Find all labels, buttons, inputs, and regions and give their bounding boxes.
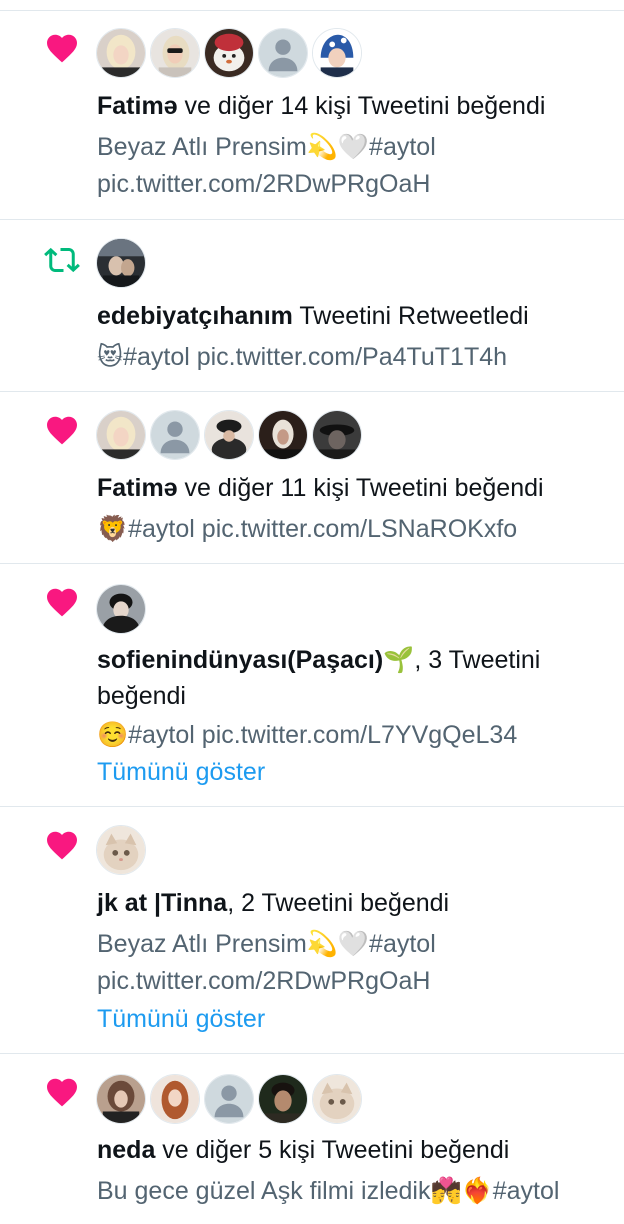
action-text: , 3 Tweetini [414, 646, 541, 674]
notification-item[interactable]: jk at |Tinna, 2 Tweetini beğendi Beyaz A… [0, 807, 624, 1054]
tweet-text[interactable]: ☺️#aytol pic.twitter.com/L7YVgQeL34 [97, 716, 616, 754]
tweet-text[interactable]: Beyaz Atlı Prensim💫🤍#aytol [97, 128, 616, 166]
notification-item[interactable]: Fatimə ve diğer 14 kişi Tweetini beğendi… [0, 10, 624, 220]
actor-name[interactable]: sofienindünyası(Paşacı)🌱 [97, 646, 414, 674]
heart-icon [47, 1078, 77, 1107]
notification-item[interactable]: Fatimə ve diğer 11 kişi Tweetini beğendi… [0, 392, 624, 564]
avatar[interactable] [204, 410, 254, 460]
avatar[interactable] [150, 1074, 200, 1124]
heart-icon [47, 588, 77, 617]
activity-headline: Fatimə ve diğer 11 kişi Tweetini beğendi [97, 469, 616, 507]
show-all-link[interactable]: Tümünü göster [97, 1000, 616, 1038]
heart-icon [47, 831, 77, 860]
avatar[interactable] [204, 1074, 254, 1124]
notification-item[interactable]: neda ve diğer 5 kişi Tweetini beğendi Bu… [0, 1054, 624, 1224]
actor-name[interactable]: Fatimə [97, 474, 178, 502]
actor-name[interactable]: edebiyatçıhanım [97, 302, 293, 330]
action-text: ve diğer 14 kişi Tweetini beğendi [177, 92, 546, 120]
tweet-text[interactable]: 🦁#aytol pic.twitter.com/LSNaROKxfo [97, 510, 616, 548]
avatar[interactable] [258, 28, 308, 78]
activity-headline: edebiyatçıhanım Tweetini Retweetledi [97, 297, 616, 335]
action-text-continued: beğendi [97, 682, 186, 710]
avatar[interactable] [96, 28, 146, 78]
notification-item[interactable]: sofienindünyası(Paşacı)🌱, 3 Tweetini beğ… [0, 564, 624, 807]
avatar[interactable] [96, 238, 146, 288]
show-all-link[interactable]: Tümünü göster [97, 753, 616, 791]
avatar[interactable] [96, 825, 146, 875]
retweet-icon [44, 247, 80, 273]
tweet-text[interactable]: Bu gece güzel Aşk filmi izledik💏❤️‍🔥#ayt… [97, 1172, 616, 1210]
avatar[interactable] [312, 1074, 362, 1124]
avatar[interactable] [312, 410, 362, 460]
action-text: ve diğer 11 kişi Tweetini beğendi [177, 474, 544, 502]
actor-name[interactable]: jk at |Tinna [97, 889, 227, 917]
actor-name[interactable]: Fatimə [97, 92, 178, 120]
avatar[interactable] [96, 1074, 146, 1124]
notification-item[interactable]: edebiyatçıhanım Tweetini Retweetledi 😻#a… [0, 220, 624, 392]
avatar[interactable] [96, 584, 146, 634]
activity-headline: jk at |Tinna, 2 Tweetini beğendi [97, 884, 616, 922]
avatar[interactable] [96, 410, 146, 460]
tweet-text[interactable]: pic.twitter.com/2RDwPRgOaH [97, 962, 616, 1000]
avatar[interactable] [150, 410, 200, 460]
activity-headline: neda ve diğer 5 kişi Tweetini beğendi [97, 1131, 616, 1169]
avatar[interactable] [258, 1074, 308, 1124]
actor-name[interactable]: neda [97, 1136, 155, 1164]
heart-icon [47, 34, 77, 63]
heart-icon [47, 416, 77, 445]
avatar[interactable] [258, 410, 308, 460]
action-text: ve diğer 5 kişi Tweetini beğendi [155, 1136, 510, 1164]
action-text: , 2 Tweetini beğendi [227, 889, 450, 917]
activity-headline: Fatimə ve diğer 14 kişi Tweetini beğendi [97, 87, 616, 125]
tweet-text[interactable]: Beyaz Atlı Prensim💫🤍#aytol [97, 925, 616, 963]
avatar[interactable] [312, 28, 362, 78]
tweet-text[interactable]: pic.twitter.com/2RDwPRgOaH [97, 165, 616, 203]
action-text: Tweetini Retweetledi [292, 302, 529, 330]
activity-headline: sofienindünyası(Paşacı)🌱, 3 Tweetini [97, 641, 616, 679]
tweet-text[interactable]: 😻#aytol pic.twitter.com/Pa4TuT1T4h [97, 338, 616, 376]
avatar[interactable] [204, 28, 254, 78]
avatar[interactable] [150, 28, 200, 78]
